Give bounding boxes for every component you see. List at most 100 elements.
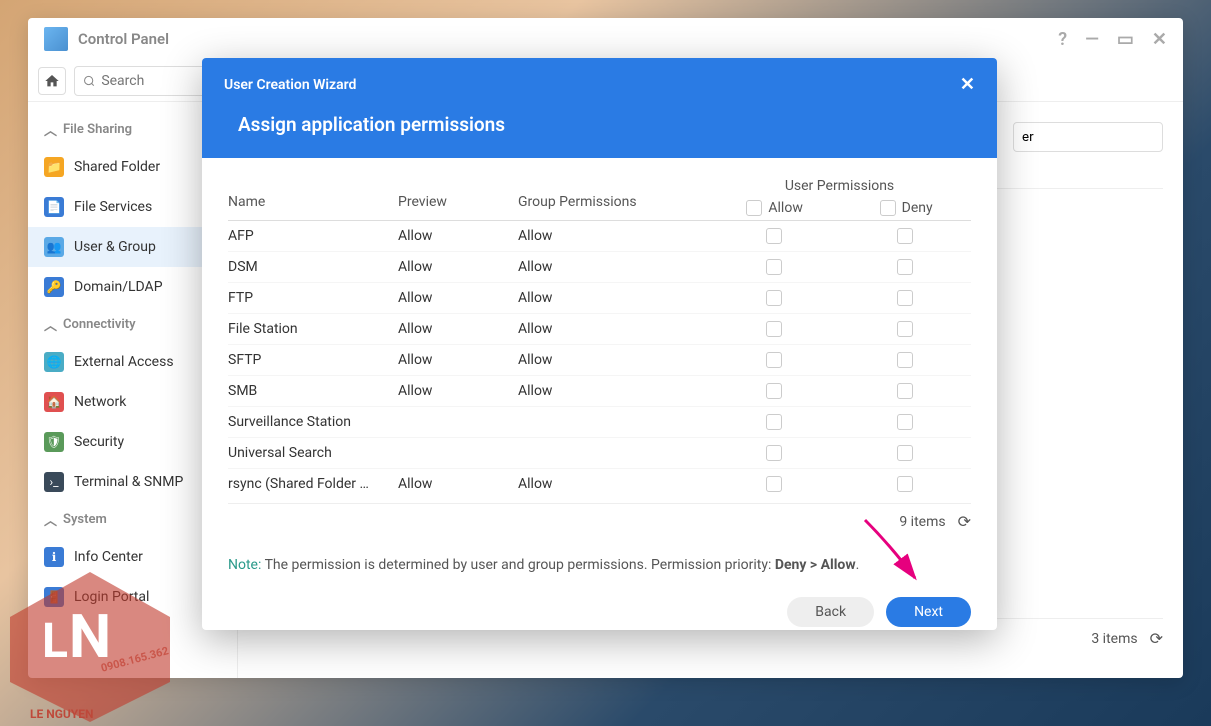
note-label: Note: (228, 557, 261, 573)
group-cell: Allow (518, 259, 708, 275)
preview-cell: Allow (398, 290, 518, 306)
allow-header[interactable]: Allow (746, 200, 802, 216)
info-icon: ℹ (44, 547, 64, 567)
table-row[interactable]: Universal Search (228, 437, 971, 468)
deny-checkbox[interactable] (897, 383, 913, 399)
deny-checkbox[interactable] (897, 259, 913, 275)
chevron-up-icon: ︿ (44, 120, 57, 139)
users-icon: 👥 (44, 237, 64, 257)
allow-checkbox[interactable] (766, 352, 782, 368)
allow-all-checkbox[interactable] (746, 200, 762, 216)
group-cell: Allow (518, 476, 708, 492)
deny-checkbox[interactable] (897, 476, 913, 492)
deny-checkbox[interactable] (897, 290, 913, 306)
item-count: 3 items (1091, 631, 1137, 647)
app-name: File Station (228, 321, 398, 337)
app-name: rsync (Shared Folder … (228, 476, 398, 492)
app-name: SFTP (228, 352, 398, 368)
maximize-icon[interactable]: ▭ (1117, 29, 1134, 50)
deny-checkbox[interactable] (897, 445, 913, 461)
deny-checkbox[interactable] (897, 352, 913, 368)
allow-checkbox[interactable] (766, 290, 782, 306)
allow-checkbox[interactable] (766, 259, 782, 275)
app-name: DSM (228, 259, 398, 275)
file-icon: 📄 (44, 197, 64, 217)
preview-cell: Allow (398, 259, 518, 275)
allow-checkbox[interactable] (766, 321, 782, 337)
col-name[interactable]: Name (228, 194, 398, 216)
modal-header: User Creation Wizard ✕ Assign applicatio… (202, 58, 997, 158)
modal-subtitle: Assign application permissions (224, 113, 975, 136)
app-name: FTP (228, 290, 398, 306)
app-name: Surveillance Station (228, 414, 398, 430)
back-button[interactable]: Back (787, 597, 874, 627)
col-group[interactable]: Group Permissions (518, 194, 708, 216)
titlebar: Control Panel ? — ▭ ✕ (28, 18, 1183, 60)
item-count: 9 items (899, 514, 945, 530)
col-preview[interactable]: Preview (398, 194, 518, 216)
home-button[interactable] (38, 67, 66, 95)
permissions-table: Name Preview Group Permissions User Perm… (228, 178, 971, 539)
preview-cell: Allow (398, 228, 518, 244)
watermark-brand: LE NGUYEN (30, 707, 93, 721)
table-row[interactable]: DSM Allow Allow (228, 251, 971, 282)
minimize-icon[interactable]: — (1085, 29, 1099, 50)
group-cell: Allow (518, 321, 708, 337)
table-footer: 9 items ⟳ (228, 503, 971, 539)
modal-title: User Creation Wizard (224, 77, 356, 93)
refresh-icon[interactable]: ⟳ (1150, 629, 1163, 648)
table-row[interactable]: File Station Allow Allow (228, 313, 971, 344)
group-cell: Allow (518, 383, 708, 399)
close-icon[interactable]: ✕ (1152, 29, 1167, 50)
window-title: Control Panel (78, 30, 169, 48)
app-name: SMB (228, 383, 398, 399)
chevron-up-icon: ︿ (44, 510, 57, 529)
folder-icon: 📁 (44, 157, 64, 177)
table-row[interactable]: Surveillance Station (228, 406, 971, 437)
deny-checkbox[interactable] (897, 321, 913, 337)
app-name: AFP (228, 228, 398, 244)
allow-checkbox[interactable] (766, 414, 782, 430)
user-creation-wizard-modal: User Creation Wizard ✕ Assign applicatio… (202, 58, 997, 630)
app-icon (44, 27, 68, 51)
filter-input[interactable] (1013, 122, 1163, 152)
deny-checkbox[interactable] (897, 228, 913, 244)
modal-actions: Back Next (202, 583, 997, 630)
table-row[interactable]: SMB Allow Allow (228, 375, 971, 406)
allow-checkbox[interactable] (766, 445, 782, 461)
deny-checkbox[interactable] (897, 414, 913, 430)
domain-icon: 🔑 (44, 277, 64, 297)
preview-cell: Allow (398, 321, 518, 337)
window-controls: ? — ▭ ✕ (1058, 29, 1167, 50)
allow-checkbox[interactable] (766, 476, 782, 492)
shield-icon: 🛡 (44, 432, 64, 452)
app-name: Universal Search (228, 445, 398, 461)
refresh-icon[interactable]: ⟳ (958, 512, 971, 531)
table-row[interactable]: SFTP Allow Allow (228, 344, 971, 375)
table-row[interactable]: FTP Allow Allow (228, 282, 971, 313)
group-cell: Allow (518, 352, 708, 368)
table-row[interactable]: AFP Allow Allow (228, 221, 971, 251)
search-icon (83, 74, 95, 88)
col-user: User Permissions Allow Deny (708, 178, 971, 216)
modal-body: Name Preview Group Permissions User Perm… (202, 158, 997, 583)
modal-close-icon[interactable]: ✕ (960, 74, 975, 95)
globe-icon: 🌐 (44, 352, 64, 372)
terminal-icon: ›_ (44, 472, 64, 492)
deny-header[interactable]: Deny (880, 200, 933, 216)
group-cell: Allow (518, 290, 708, 306)
group-cell: Allow (518, 228, 708, 244)
preview-cell: Allow (398, 352, 518, 368)
network-icon: 🏠 (44, 392, 64, 412)
allow-checkbox[interactable] (766, 383, 782, 399)
preview-cell: Allow (398, 476, 518, 492)
table-header: Name Preview Group Permissions User Perm… (228, 178, 971, 221)
portal-icon: 🚪 (44, 587, 64, 607)
allow-checkbox[interactable] (766, 228, 782, 244)
preview-cell: Allow (398, 383, 518, 399)
note: Note: The permission is determined by us… (228, 557, 971, 573)
help-icon[interactable]: ? (1058, 29, 1067, 50)
table-row[interactable]: rsync (Shared Folder … Allow Allow (228, 468, 971, 499)
deny-all-checkbox[interactable] (880, 200, 896, 216)
next-button[interactable]: Next (886, 597, 971, 627)
